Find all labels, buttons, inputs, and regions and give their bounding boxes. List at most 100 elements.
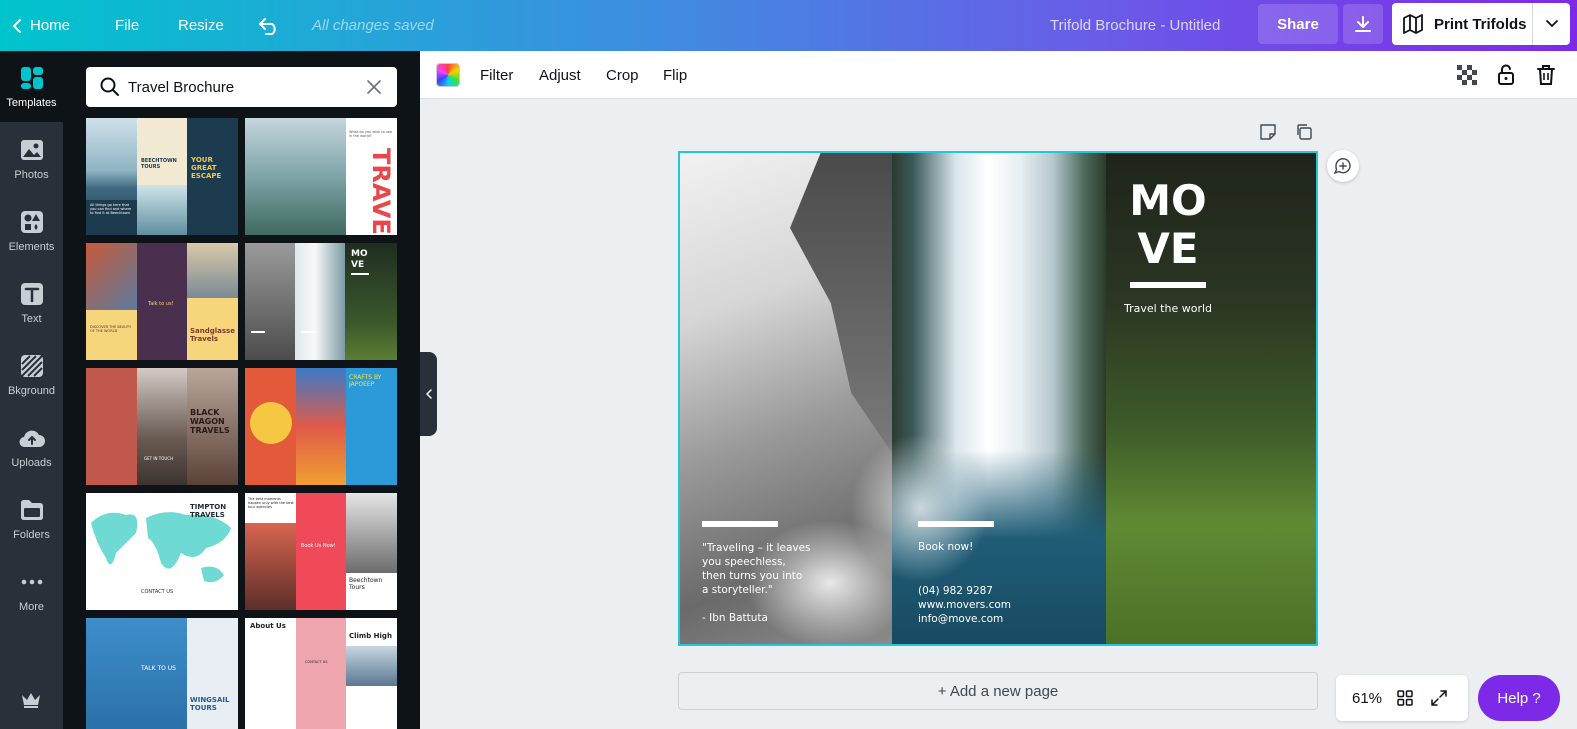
left-rail: Templates Photos Elements Text Bkground … [0, 51, 63, 729]
undo-button[interactable] [258, 0, 280, 51]
rail-item-label: Templates [6, 96, 57, 109]
rail-item-elements[interactable]: Elements [0, 199, 63, 263]
template-text: CONTACT US [305, 660, 328, 664]
template-thumbnail-move[interactable]: MO VE [245, 243, 397, 360]
file-menu[interactable]: File [115, 0, 139, 51]
template-text: BLACK WAGON TRAVELS [190, 408, 230, 435]
rail-item-background[interactable]: Bkground [0, 343, 63, 407]
lock-button[interactable] [1497, 51, 1515, 99]
crop-button[interactable]: Crop [606, 51, 639, 99]
template-text: Book Us Now! [301, 543, 336, 549]
design-canvas[interactable]: MO VE Travel the world "Traveling – it l… [678, 151, 1318, 646]
collapse-panel-button[interactable] [420, 352, 437, 436]
quote-text: "Traveling – it leaves you speechless, t… [702, 541, 811, 597]
download-icon [1354, 15, 1372, 33]
home-label: Home [30, 17, 71, 34]
template-text: WINGSAIL TOURS [190, 696, 230, 712]
rail-item-label: Elements [8, 241, 55, 253]
contact-website: www.movers.com [918, 599, 1012, 611]
flip-button[interactable]: Flip [663, 51, 687, 99]
color-picker-button[interactable] [436, 51, 460, 99]
contact-phone: (04) 982 9287 [918, 585, 993, 597]
map-fold-icon [1402, 13, 1424, 35]
print-trifolds-main[interactable]: Print Trifolds [1392, 3, 1532, 45]
template-thumbnail-timpton[interactable]: TIMPTON TRAVELS CONTACT US [86, 493, 238, 610]
crown-icon[interactable] [20, 691, 42, 714]
trash-icon [1537, 64, 1555, 86]
rail-item-label: Bkground [7, 385, 56, 397]
quote-author: - Ibn Battuta [702, 612, 768, 624]
template-thumbnail-beechtown[interactable]: BEECHTOWN TOURS YOUR GREAT ESCAPE All th… [86, 118, 238, 235]
template-thumbnail-sandglasse[interactable]: Talk to us! Sandglasse Travels DISCOVER … [86, 243, 238, 360]
rail-item-folders[interactable]: Folders [0, 487, 63, 551]
template-thumbnail-book-us-now[interactable]: The best moments happen only with the be… [245, 493, 397, 610]
chevron-down-icon [1545, 20, 1558, 28]
contact-divider [918, 521, 994, 527]
folder-icon [19, 497, 45, 523]
rail-item-label: Uploads [11, 457, 52, 469]
grid-view-icon[interactable] [1396, 689, 1414, 707]
search-input[interactable] [128, 78, 348, 96]
upload-cloud-icon [18, 425, 45, 451]
print-trifolds-label: Print Trifolds [1434, 15, 1527, 33]
top-bar: Home File Resize All changes saved Trifo… [0, 0, 1577, 51]
home-button[interactable]: Home [12, 0, 70, 51]
share-button[interactable]: Share [1258, 4, 1338, 44]
quote-divider [702, 521, 778, 527]
rail-item-uploads[interactable]: Uploads [0, 415, 63, 479]
download-button[interactable] [1343, 4, 1383, 44]
text-icon [19, 281, 45, 307]
template-text-line: VE [351, 260, 365, 270]
rail-item-photos[interactable]: Photos [0, 127, 63, 191]
zoom-controls: 61% [1336, 675, 1468, 721]
search-box [86, 67, 397, 107]
rail-item-more[interactable]: More [0, 559, 63, 623]
fullscreen-icon[interactable] [1430, 689, 1448, 707]
clear-search-icon[interactable] [367, 80, 381, 94]
add-new-page-button[interactable]: + Add a new page [678, 672, 1318, 710]
template-text: TRAVEL [367, 148, 395, 235]
template-text: Climb High [349, 632, 392, 640]
print-options-dropdown[interactable] [1533, 3, 1570, 45]
rail-item-text[interactable]: Text [0, 271, 63, 335]
undo-icon [258, 17, 280, 35]
photos-icon [19, 137, 45, 163]
transparency-button[interactable] [1456, 51, 1478, 99]
template-text: What do you wish to see in the world? [349, 130, 393, 138]
adjust-button[interactable]: Adjust [539, 51, 581, 99]
rail-item-label: Text [21, 313, 42, 325]
transparency-icon [1456, 64, 1478, 86]
template-thumbnail-climb-high[interactable]: About Us Climb High CONTACT US [245, 618, 397, 729]
zoom-level[interactable]: 61% [1352, 690, 1382, 707]
template-thumbnail-wingsail[interactable]: TALK TO US WINGSAIL TOURS [86, 618, 238, 729]
elements-icon [19, 209, 45, 235]
title-underline [1130, 282, 1206, 288]
template-thumbnail-travel-red[interactable]: What do you wish to see in the world? TR… [245, 118, 397, 235]
unlock-icon [1497, 64, 1515, 86]
search-icon [100, 77, 120, 97]
comment-plus-icon [1333, 156, 1353, 176]
editor-toolbar: Filter Adjust Crop Flip [420, 51, 1577, 99]
add-comment-button[interactable] [1327, 150, 1359, 182]
color-swatch-icon [436, 63, 460, 87]
rail-item-templates[interactable]: Templates [0, 51, 63, 122]
template-text: TALK TO US [141, 665, 176, 672]
filter-button[interactable]: Filter [480, 51, 513, 99]
waterfall-mist [850, 433, 990, 583]
quote-line: then turns you into [702, 570, 803, 582]
delete-button[interactable] [1537, 51, 1555, 99]
template-text: Sandglasse Travels [190, 327, 235, 343]
duplicate-page-button[interactable] [1295, 123, 1313, 141]
help-button[interactable]: Help ? [1478, 675, 1560, 721]
template-thumbnail-black-wagon[interactable]: BLACK WAGON TRAVELS GET IN TOUCH [86, 368, 238, 485]
title-line: VE [1137, 224, 1199, 273]
contact-email: info@move.com [918, 613, 1004, 625]
template-text: TIMPTON TRAVELS [190, 503, 227, 519]
brochure-title: MO VE [1106, 177, 1230, 273]
resize-menu[interactable]: Resize [178, 0, 224, 51]
page-notes-button[interactable] [1259, 123, 1277, 141]
template-thumbnail-crafts[interactable]: CRAFTS BY JAPOEEP [245, 368, 397, 485]
duplicate-icon [1295, 123, 1313, 141]
chevron-left-icon [425, 389, 432, 399]
templates-icon [19, 65, 45, 91]
